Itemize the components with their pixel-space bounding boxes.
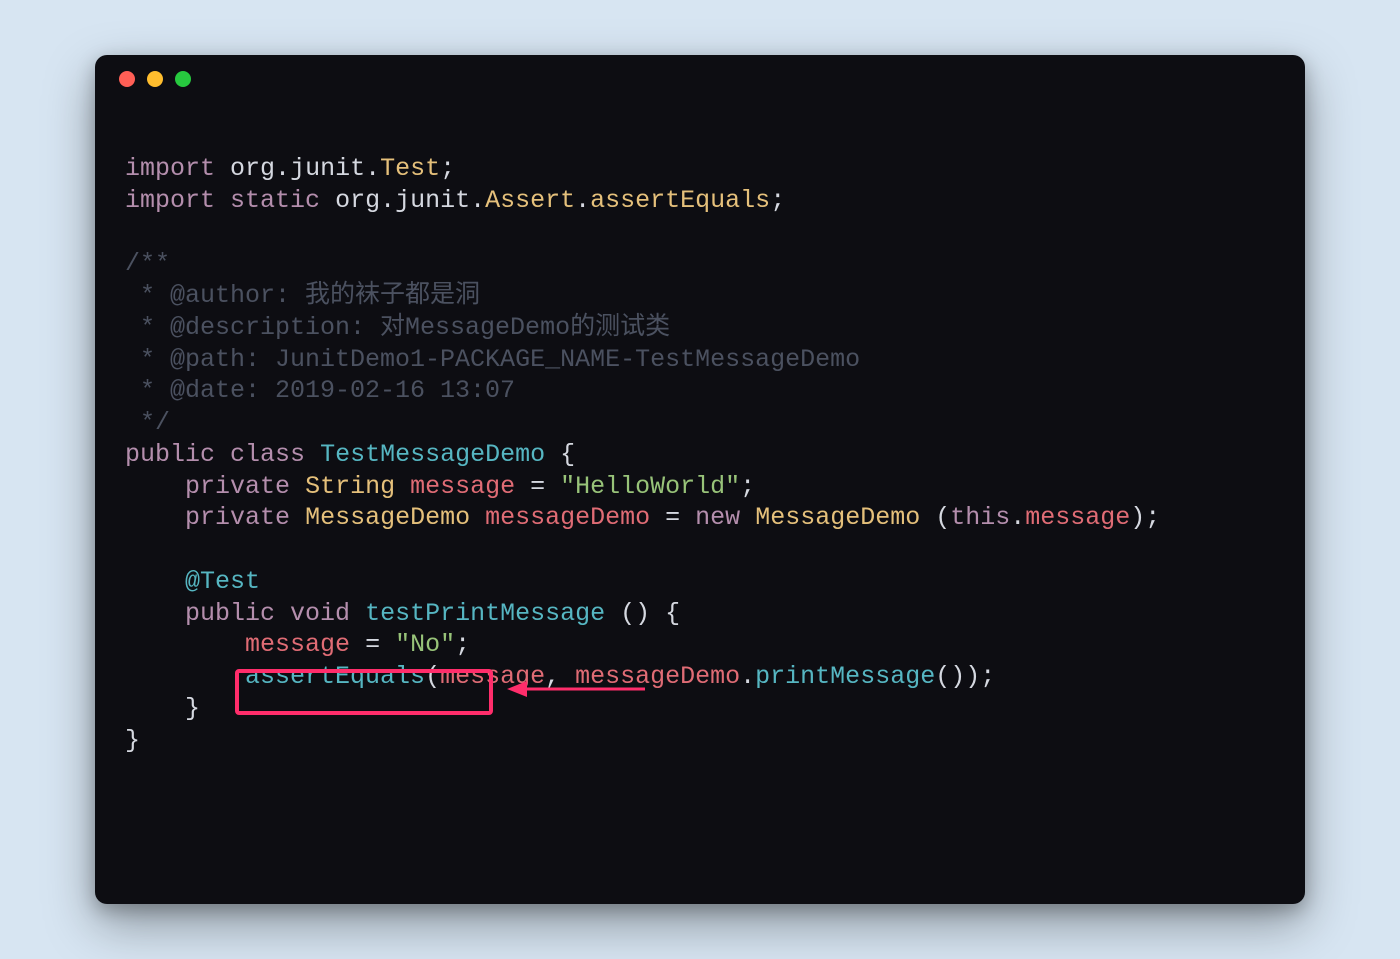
code-line: assertEquals(message, messageDemo.printM… (125, 662, 995, 691)
comment-line: /** (125, 249, 170, 278)
code-line: public class TestMessageDemo { (125, 440, 575, 469)
comment-line: * @path: JunitDemo1-PACKAGE_NAME-TestMes… (125, 345, 860, 374)
code-line: public void testPrintMessage () { (125, 599, 680, 628)
code-line: message = "No"; (125, 630, 470, 659)
close-icon[interactable] (119, 71, 135, 87)
comment-line: * @date: 2019-02-16 13:07 (125, 376, 515, 405)
window-title-bar (95, 55, 1305, 103)
comment-line: * @author: 我的袜子都是洞 (125, 281, 480, 310)
code-line: import static org.junit.Assert.assertEqu… (125, 186, 785, 215)
code-line: import org.junit.Test; (125, 154, 455, 183)
code-line: } (125, 726, 140, 755)
comment-line: * @description: 对MessageDemo的测试类 (125, 313, 670, 342)
zoom-icon[interactable] (175, 71, 191, 87)
code-line: private MessageDemo messageDemo = new Me… (125, 503, 1160, 532)
code-line: @Test (125, 567, 260, 596)
code-area: import org.junit.Test; import static org… (95, 103, 1305, 903)
comment-line: */ (125, 408, 170, 437)
minimize-icon[interactable] (147, 71, 163, 87)
code-window: import org.junit.Test; import static org… (95, 55, 1305, 903)
code-line: } (125, 694, 200, 723)
code-line: private String message = "HelloWorld"; (125, 472, 755, 501)
